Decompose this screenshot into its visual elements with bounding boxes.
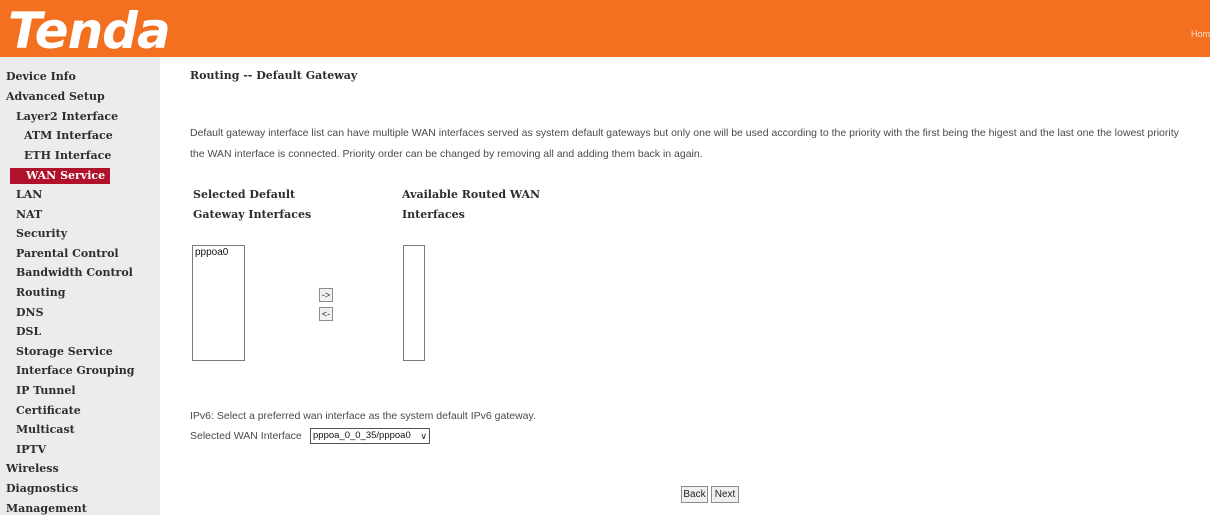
selected-gateways-heading-1: Selected Default: [193, 188, 296, 201]
header-bar: Tenda Hom: [0, 0, 1210, 57]
nav-management[interactable]: Management: [6, 502, 87, 516]
selected-gateways-heading-2: Gateway Interfaces: [193, 208, 312, 221]
nav-multicast[interactable]: Multicast: [16, 423, 75, 437]
description-line-2: the WAN interface is connected. Priority…: [190, 148, 703, 160]
nav-layer2-interface[interactable]: Layer2 Interface: [16, 110, 118, 124]
page-title: Routing -- Default Gateway: [190, 69, 358, 82]
chevron-down-icon: ∨: [420, 431, 427, 441]
nav-iptv[interactable]: IPTV: [16, 443, 46, 457]
nav-bandwidth-control[interactable]: Bandwidth Control: [16, 266, 133, 280]
nav-eth-interface[interactable]: ETH Interface: [24, 149, 111, 163]
wan-interface-select-value: pppoa_0_0_35/pppoa0: [313, 430, 411, 441]
nav-interface-grouping[interactable]: Interface Grouping: [16, 364, 135, 378]
next-button[interactable]: Next: [711, 486, 739, 503]
nav-wan-service[interactable]: WAN Service: [10, 168, 111, 184]
home-link[interactable]: Hom: [1191, 29, 1210, 39]
available-wan-listbox[interactable]: [403, 245, 425, 361]
nav-routing[interactable]: Routing: [16, 286, 65, 300]
nav-wireless[interactable]: Wireless: [6, 462, 59, 476]
list-item[interactable]: pppoa0: [193, 246, 244, 259]
nav-dns[interactable]: DNS: [16, 306, 44, 320]
nav-storage-service[interactable]: Storage Service: [16, 345, 113, 359]
move-left-button[interactable]: <-: [319, 307, 333, 321]
nav-security[interactable]: Security: [16, 227, 67, 241]
nav-parental-control[interactable]: Parental Control: [16, 247, 119, 261]
move-right-button[interactable]: ->: [319, 288, 333, 302]
nav-certificate[interactable]: Certificate: [16, 404, 81, 418]
back-button[interactable]: Back: [681, 486, 708, 503]
main-content: Routing -- Default Gateway Default gatew…: [160, 57, 1210, 515]
nav-lan[interactable]: LAN: [16, 188, 42, 202]
nav-advanced-setup[interactable]: Advanced Setup: [6, 90, 105, 104]
nav-atm-interface[interactable]: ATM Interface: [24, 129, 113, 143]
nav-nat[interactable]: NAT: [16, 208, 42, 222]
tenda-logo: Tenda: [8, 2, 171, 60]
sidebar-nav: Device Info Advanced Setup Layer2 Interf…: [0, 57, 160, 515]
available-wan-heading-2: Interfaces: [402, 208, 465, 221]
available-wan-heading-1: Available Routed WAN: [402, 188, 541, 201]
nav-ip-tunnel[interactable]: IP Tunnel: [16, 384, 76, 398]
wan-interface-select[interactable]: pppoa_0_0_35/pppoa0 ∨: [310, 428, 430, 444]
nav-diagnostics[interactable]: Diagnostics: [6, 482, 78, 496]
nav-dsl[interactable]: DSL: [16, 325, 41, 339]
ipv6-gateway-text: IPv6: Select a preferred wan interface a…: [190, 410, 536, 422]
wan-interface-select-label: Selected WAN Interface: [190, 430, 302, 442]
selected-gateways-listbox[interactable]: pppoa0: [192, 245, 245, 361]
nav-device-info[interactable]: Device Info: [6, 70, 76, 84]
description-line-1: Default gateway interface list can have …: [190, 127, 1179, 139]
